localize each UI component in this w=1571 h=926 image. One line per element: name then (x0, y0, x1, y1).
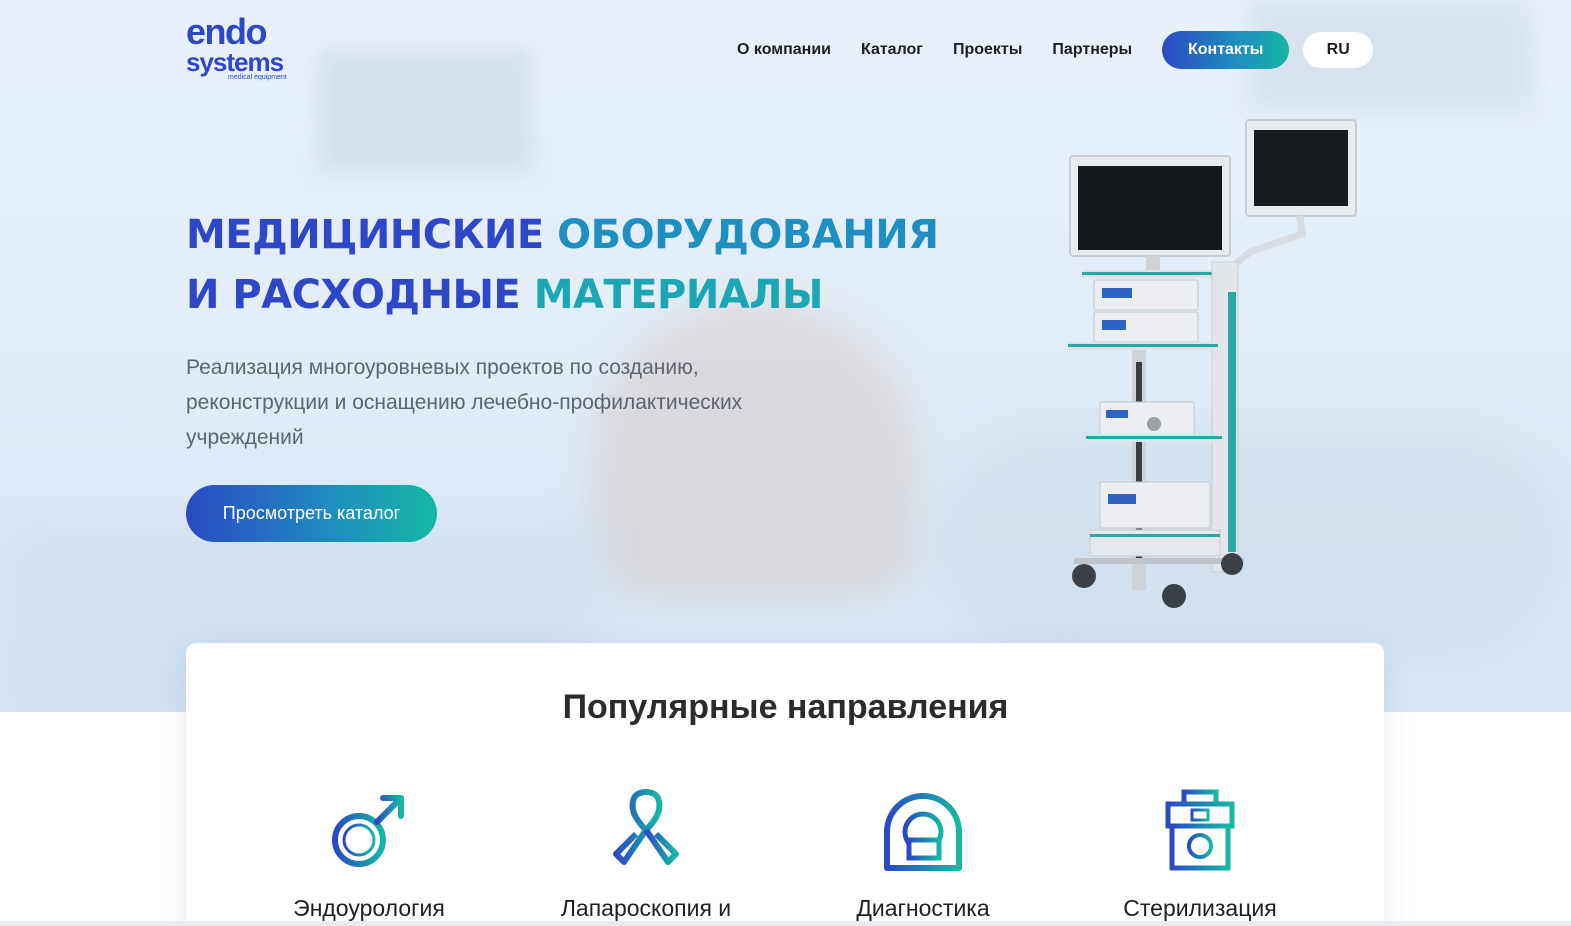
direction-diagnostics[interactable]: Диагностика (783, 788, 1063, 922)
mri-scanner-icon (884, 793, 962, 871)
logo-tagline: medical equipment (228, 74, 287, 81)
awareness-ribbon-icon (613, 789, 679, 865)
hero-headline: МЕДИЦИНСКИЕ ОБОРУДОВАНИЯ И РАСХОДНЫЕ МАТ… (186, 205, 946, 325)
view-catalog-button[interactable]: Просмотреть каталог (186, 485, 437, 542)
logo-line2: systems (186, 47, 284, 77)
nav-link-about[interactable]: О компании (737, 40, 831, 60)
language-switch[interactable]: RU (1303, 32, 1374, 68)
background-blur (320, 50, 530, 170)
contacts-button[interactable]: Контакты (1162, 31, 1290, 69)
sterilizer-icon (1165, 789, 1235, 871)
main-nav: О компании Каталог Проекты Партнеры Конт… (722, 31, 1374, 69)
direction-label: Лапароскопия и (560, 895, 732, 921)
direction-label: Стерилизация (1123, 895, 1277, 921)
headline-part1: МЕДИЦИНСКИЕ (186, 212, 544, 258)
popular-directions-title: Популярные направления (562, 688, 1009, 726)
direction-label: Эндоурология (293, 895, 445, 921)
direction-laparoscopy[interactable]: Лапароскопия и (506, 788, 786, 922)
nav-link-partners[interactable]: Партнеры (1052, 40, 1132, 60)
endoscopy-cart-image (1068, 119, 1357, 608)
logo-line1: endo (186, 11, 268, 52)
male-symbol-icon (332, 795, 404, 867)
site-logo[interactable]: endo systems medical equipment (186, 14, 296, 84)
direction-endourology[interactable]: Эндоурология (229, 788, 509, 922)
direction-sterilization[interactable]: Стерилизация (1060, 788, 1340, 922)
horizontal-scrollbar[interactable] (0, 921, 1571, 926)
headline-part2: ОБОРУДОВАНИЯ (557, 212, 939, 258)
nav-link-catalog[interactable]: Каталог (861, 40, 923, 60)
nav-link-projects[interactable]: Проекты (953, 40, 1022, 60)
hero-subtitle: Реализация многоуровневых проектов по со… (186, 356, 743, 449)
headline-part4: МАТЕРИАЛЫ (533, 272, 824, 318)
headline-part3: И РАСХОДНЫЕ (186, 272, 521, 318)
direction-label: Диагностика (856, 895, 990, 921)
